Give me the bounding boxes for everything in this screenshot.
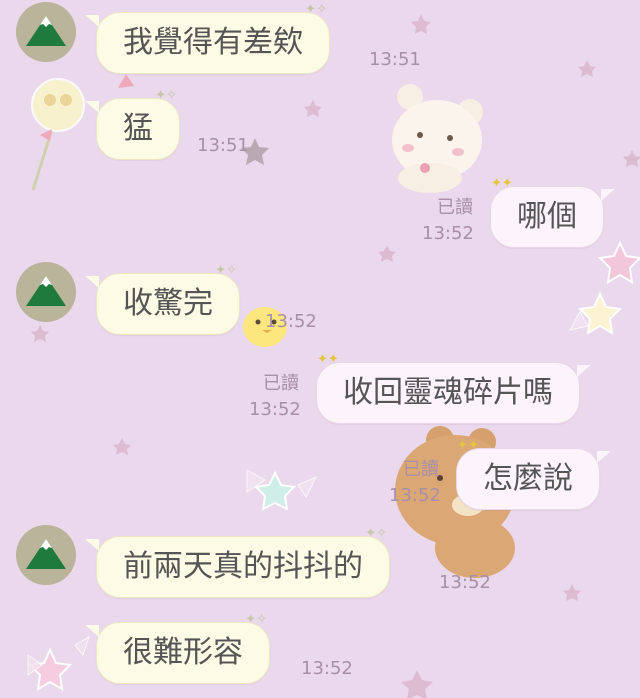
sparkle-icon: ✦✧ — [245, 612, 267, 627]
sparkle-icon: ✦✦ — [317, 352, 339, 367]
read-receipt: 已讀 — [403, 459, 439, 480]
bubble-tail — [577, 365, 591, 377]
sparkle-icon: ✦✧ — [215, 263, 237, 278]
sparkle-icon: ✦✧ — [365, 526, 387, 541]
mountain-avatar-icon — [16, 2, 76, 62]
bubble-tail — [85, 539, 99, 551]
message-time: 13:52 — [389, 485, 441, 506]
sparkle-icon: ✦✦ — [491, 176, 513, 191]
message-text: 我覺得有差欸 — [123, 25, 303, 60]
sparkle-icon: ✦✧ — [155, 88, 177, 103]
message-time: 13:52 — [439, 572, 491, 593]
star-icon — [577, 291, 623, 335]
message-time: 13:52 — [249, 399, 301, 420]
message-time: 13:51 — [369, 49, 421, 70]
message-text: 收驚完 — [123, 286, 213, 321]
star-icon — [27, 647, 73, 691]
bubble-tail — [601, 189, 615, 201]
read-receipt: 已讀 — [437, 197, 473, 218]
message-text: 收回靈魂碎片嗎 — [343, 375, 553, 410]
mountain-avatar-icon — [16, 525, 76, 585]
message-bubble[interactable]: 收驚完 ✦✧ — [85, 264, 240, 335]
message-time: 13:52 — [301, 658, 353, 679]
mountain-avatar-icon — [16, 262, 76, 322]
message-time: 13:52 — [422, 223, 474, 244]
bubble-tail — [85, 101, 99, 113]
message-time: 13:52 — [265, 311, 317, 332]
message-bubble[interactable]: ✦✦ 哪個 — [490, 177, 615, 248]
sparkle-icon: ✦✧ — [305, 2, 327, 17]
message-time: 13:51 — [197, 135, 249, 156]
message-text: 哪個 — [517, 199, 577, 234]
star-icon — [597, 240, 640, 284]
star-icon — [253, 470, 297, 511]
message-bubble[interactable]: 猛 ✦✧ — [85, 89, 180, 160]
contact-avatar[interactable] — [16, 2, 76, 62]
bubble-tail — [85, 625, 99, 637]
message-bubble[interactable]: ✦✦ 怎麼說 — [456, 439, 611, 510]
bear-decoration — [392, 84, 483, 193]
message-text: 很難形容 — [123, 635, 243, 670]
message-text: 前兩天真的抖抖的 — [123, 549, 363, 584]
read-receipt: 已讀 — [263, 373, 299, 394]
sparkle-icon: ✦✦ — [457, 438, 479, 453]
bubble-tail — [597, 451, 611, 463]
message-text: 怎麼說 — [483, 461, 573, 496]
message-bubble[interactable]: 很難形容 ✦✧ — [85, 613, 270, 684]
message-text: 猛 — [123, 111, 153, 146]
contact-avatar[interactable] — [16, 262, 76, 322]
bubble-tail — [85, 15, 99, 27]
chat-area[interactable]: 我覺得有差欸 ✦✧ 13:51 猛 ✦✧ 13:51 已讀 13:52 ✦✦ 哪… — [0, 0, 640, 698]
bubble-tail — [85, 276, 99, 288]
message-bubble[interactable]: ✦✦ 收回靈魂碎片嗎 — [316, 353, 591, 424]
message-bubble[interactable]: 前兩天真的抖抖的 ✦✧ — [85, 527, 390, 598]
message-bubble[interactable]: 我覺得有差欸 ✦✧ — [85, 3, 330, 74]
contact-avatar[interactable] — [16, 525, 76, 585]
